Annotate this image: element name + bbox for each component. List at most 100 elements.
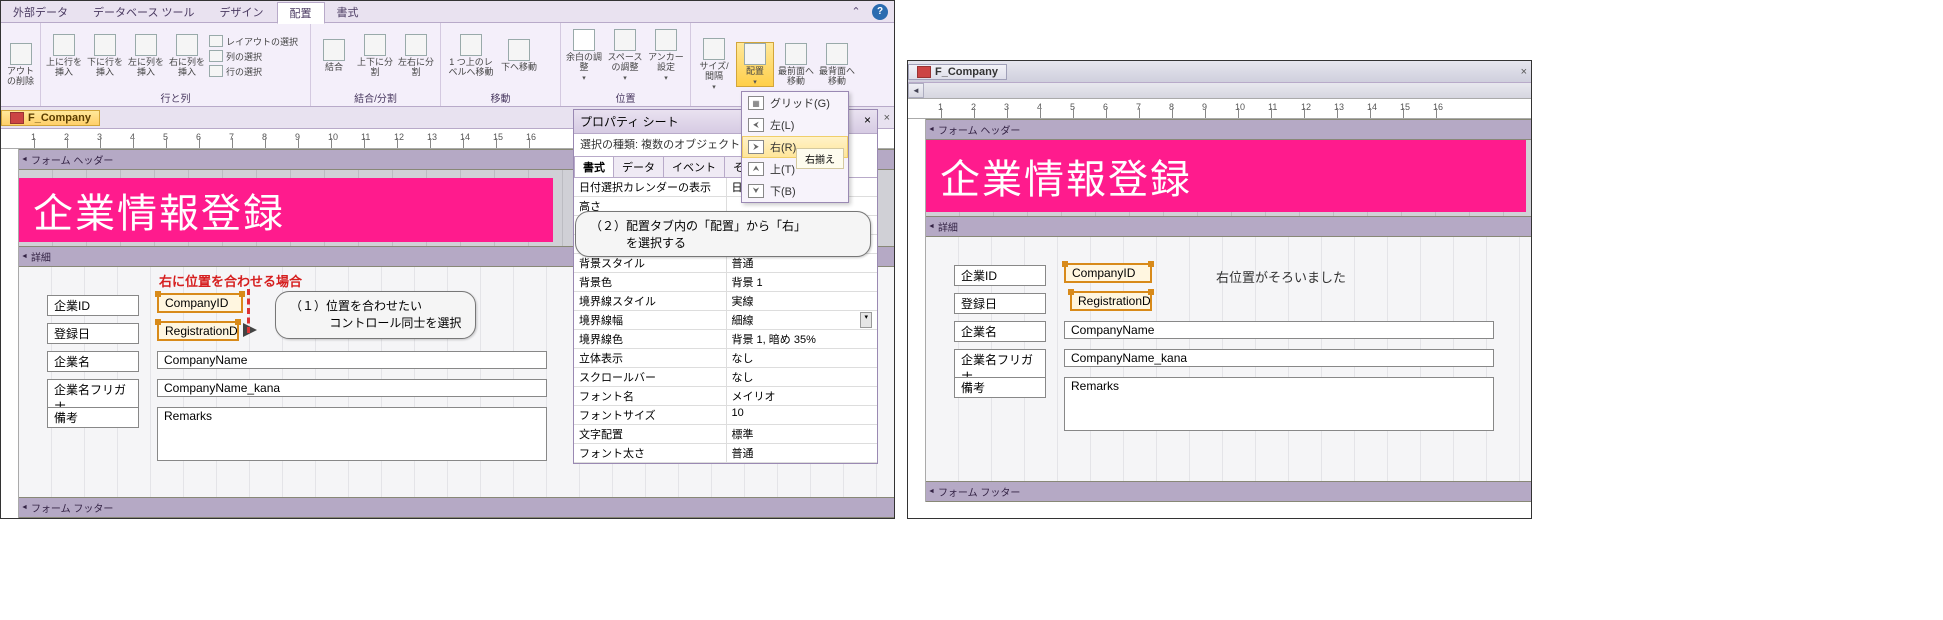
insert-col-left-button[interactable]: 左に列を挿入 bbox=[127, 34, 165, 78]
prop-value[interactable]: 10 bbox=[726, 406, 878, 425]
align-top-icon: ⮝ bbox=[748, 162, 764, 176]
ps-tab-event[interactable]: イベント bbox=[663, 156, 725, 177]
select-layout-button[interactable]: レイアウトの選択 bbox=[209, 35, 298, 48]
form-header-banner-right[interactable]: 企業情報登録 bbox=[926, 140, 1526, 212]
horizontal-ruler-right: 12345678910111213141516 bbox=[908, 99, 1531, 119]
prop-value[interactable]: 普通 bbox=[726, 444, 878, 463]
bring-front-button[interactable]: 最前面へ移動 bbox=[777, 43, 815, 87]
detail-section-bar-right[interactable]: ◄詳細 bbox=[926, 216, 1531, 237]
label-company-name[interactable]: 企業名 bbox=[47, 351, 139, 372]
prop-value[interactable]: 背景 1, 暗め 35% bbox=[726, 330, 878, 349]
field-remarks[interactable]: Remarks bbox=[157, 407, 547, 461]
callout-step1: （１）位置を合わせたい コントロール同士を選択 bbox=[275, 291, 476, 339]
label-reg-date[interactable]: 登録日 bbox=[47, 323, 139, 344]
form-tab-title: F_Company bbox=[28, 112, 91, 124]
help-icon[interactable]: ? bbox=[872, 4, 888, 20]
form-footer-section-bar[interactable]: ◄フォーム フッター bbox=[19, 497, 894, 518]
instruction-red-note: 右に位置を合わせる場合 bbox=[159, 271, 302, 290]
align-grid-item[interactable]: ▦グリッド(G) bbox=[742, 92, 848, 114]
align-left-item[interactable]: ⮜左(L) bbox=[742, 114, 848, 136]
select-row-button[interactable]: 行の選択 bbox=[209, 65, 298, 78]
horizontal-scrollbar-top[interactable]: ◄ bbox=[908, 83, 1531, 99]
field-company-id-right[interactable]: CompanyID bbox=[1064, 263, 1152, 283]
form-tab-close-icon[interactable]: × bbox=[884, 112, 894, 124]
prop-value[interactable]: なし bbox=[726, 368, 878, 387]
insert-row-above-button[interactable]: 上に行を挿入 bbox=[45, 34, 83, 78]
prop-value[interactable]: なし bbox=[726, 349, 878, 368]
form-header-banner[interactable]: 企業情報登録 bbox=[19, 178, 553, 242]
prop-key: 境界線スタイル bbox=[574, 292, 726, 311]
ribbon-tab-arrange[interactable]: 配置 bbox=[277, 2, 325, 24]
remove-layout-label: アウトの削除 bbox=[5, 67, 36, 87]
label-company-name-right[interactable]: 企業名 bbox=[954, 321, 1046, 342]
form-tab-close-icon-right[interactable]: × bbox=[1521, 66, 1531, 78]
ps-tab-format[interactable]: 書式 bbox=[574, 156, 614, 177]
spacing-button[interactable]: スペースの調整▾ bbox=[606, 29, 644, 82]
vertical-ruler bbox=[1, 149, 19, 518]
align-button[interactable]: 配置▾ bbox=[736, 42, 774, 88]
field-company-id[interactable]: CompanyID bbox=[157, 293, 243, 313]
prop-key: フォント太さ bbox=[574, 444, 726, 463]
form-tab-bar-right: F_Company × bbox=[908, 61, 1531, 83]
field-company-name-kana[interactable]: CompanyName_kana bbox=[157, 379, 547, 397]
split-v-button[interactable]: 上下に分割 bbox=[356, 34, 394, 78]
prop-value[interactable]: 細線▾ bbox=[726, 311, 878, 330]
prop-value[interactable]: 標準 bbox=[726, 425, 878, 444]
anchor-button[interactable]: アンカー設定▾ bbox=[647, 29, 685, 82]
form-footer-section-bar-right[interactable]: ◄フォーム フッター bbox=[926, 481, 1531, 502]
ribbon-tab-design[interactable]: デザイン bbox=[208, 2, 277, 22]
margin-button[interactable]: 余白の調整▾ bbox=[565, 29, 603, 82]
callout-step2: （２）配置タブ内の「配置」から「右」 を選択する bbox=[575, 211, 871, 257]
label-remarks-right[interactable]: 備考 bbox=[954, 377, 1046, 398]
label-company-id-right[interactable]: 企業ID bbox=[954, 265, 1046, 286]
split-h-button[interactable]: 左右に分割 bbox=[397, 34, 435, 78]
prop-value[interactable]: 実線 bbox=[726, 292, 878, 311]
merge-button[interactable]: 結合 bbox=[315, 39, 353, 73]
label-company-id[interactable]: 企業ID bbox=[47, 295, 139, 316]
ribbon-tab-external-data[interactable]: 外部データ bbox=[1, 2, 81, 22]
field-company-name-kana-right[interactable]: CompanyName_kana bbox=[1064, 349, 1494, 367]
prop-key: 文字配置 bbox=[574, 425, 726, 444]
label-remarks[interactable]: 備考 bbox=[47, 407, 139, 428]
label-reg-date-right[interactable]: 登録日 bbox=[954, 293, 1046, 314]
select-column-button[interactable]: 列の選択 bbox=[209, 50, 298, 63]
field-company-name-right[interactable]: CompanyName bbox=[1064, 321, 1494, 339]
field-reg-date[interactable]: RegistrationD bbox=[157, 321, 239, 341]
field-reg-date-right[interactable]: RegistrationD bbox=[1070, 291, 1152, 311]
form-header-section-bar-right[interactable]: ◄フォーム ヘッダー bbox=[926, 119, 1531, 140]
insert-row-below-button[interactable]: 下に行を挿入 bbox=[86, 34, 124, 78]
right-window: F_Company × ◄ 12345678910111213141516 ◄フ… bbox=[907, 60, 1532, 519]
ribbon-tab-format[interactable]: 書式 bbox=[325, 2, 372, 22]
align-left-icon: ⮜ bbox=[748, 118, 764, 132]
form-tab-right[interactable]: F_Company bbox=[908, 64, 1007, 80]
align-bottom-item[interactable]: ⮟下(B) bbox=[742, 180, 848, 202]
prop-key: フォントサイズ bbox=[574, 406, 726, 425]
field-remarks-right[interactable]: Remarks bbox=[1064, 377, 1494, 431]
vertical-ruler-right bbox=[908, 119, 926, 502]
property-sheet-title: プロパティ シート bbox=[580, 113, 679, 130]
prop-key: 日付選択カレンダーの表示 bbox=[574, 178, 726, 197]
remove-layout-button[interactable]: アウトの削除 bbox=[5, 43, 36, 87]
ribbon-tabs: 外部データ データベース ツール デザイン 配置 書式 ⌃ ? bbox=[1, 1, 894, 23]
align-dropdown-menu: ▦グリッド(G) ⮜左(L) ⮞右(R) ⮝上(T) ⮟下(B) 右揃え bbox=[741, 91, 849, 203]
align-tooltip: 右揃え bbox=[796, 148, 844, 169]
arrow-right-icon bbox=[243, 323, 257, 337]
ps-tab-data[interactable]: データ bbox=[613, 156, 664, 177]
prop-key: 立体表示 bbox=[574, 349, 726, 368]
move-up-level-button[interactable]: 1 つ上のレベルへ移動 bbox=[445, 34, 497, 78]
insert-col-right-button[interactable]: 右に列を挿入 bbox=[168, 34, 206, 78]
send-back-button[interactable]: 最背面へ移動 bbox=[818, 43, 856, 87]
form-tab[interactable]: F_Company bbox=[1, 110, 100, 126]
scroll-left-button[interactable]: ◄ bbox=[908, 83, 924, 98]
prop-key: スクロールバー bbox=[574, 368, 726, 387]
size-spacing-button[interactable]: サイズ/間隔▾ bbox=[695, 38, 733, 91]
ribbon-tab-dbtools[interactable]: データベース ツール bbox=[81, 2, 208, 22]
prop-value[interactable]: メイリオ bbox=[726, 387, 878, 406]
property-sheet-close-icon[interactable]: × bbox=[864, 113, 871, 130]
left-window: 外部データ データベース ツール デザイン 配置 書式 ⌃ ? アウトの削除 上… bbox=[0, 0, 895, 519]
ribbon-group-rows-cols-label: 行と列 bbox=[41, 89, 310, 106]
prop-value[interactable]: 背景 1 bbox=[726, 273, 878, 292]
ribbon-collapse-icon[interactable]: ⌃ bbox=[848, 4, 864, 20]
field-company-name[interactable]: CompanyName bbox=[157, 351, 547, 369]
move-down-button[interactable]: 下へ移動 bbox=[500, 39, 538, 73]
